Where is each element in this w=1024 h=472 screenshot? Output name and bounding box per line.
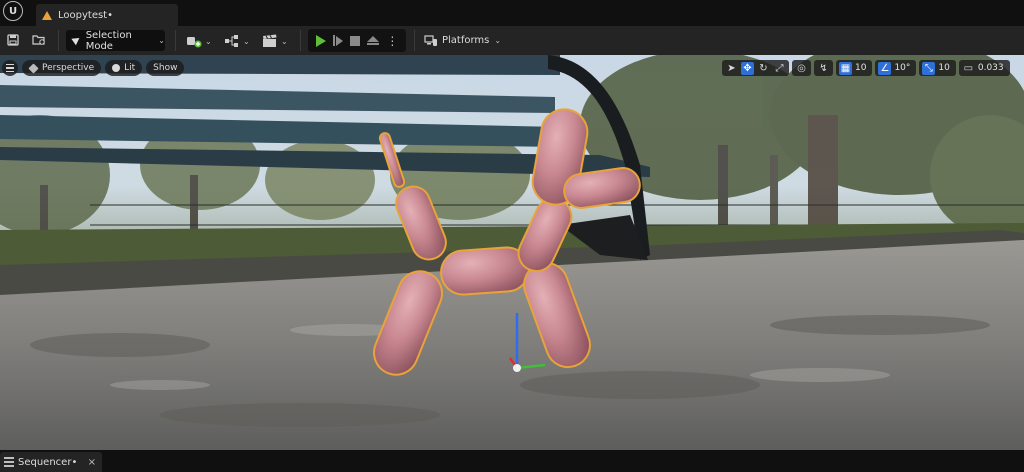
play-icon[interactable]	[315, 34, 326, 47]
scale-snap-group[interactable]: ⤡ 10	[919, 60, 956, 76]
translate-icon[interactable]: ✥	[741, 61, 754, 75]
perspective-label: Perspective	[42, 63, 95, 73]
lit-icon	[112, 64, 121, 72]
chevron-down-icon: ⌄	[281, 36, 288, 46]
add-actor-icon	[187, 37, 202, 48]
cinematics-button[interactable]: ⌄	[262, 30, 288, 52]
chevron-down-icon: ⌄	[205, 36, 212, 46]
chevron-down-icon: ⌄	[158, 36, 165, 45]
chevron-down-icon: ⌄	[243, 36, 250, 46]
play-controls: ⋮	[308, 29, 406, 52]
bottom-panel-bar: Sequencer• ×	[0, 450, 1024, 472]
rotation-snap-group[interactable]: ∠ 10°	[875, 60, 917, 76]
viewport-options: Perspective Lit Show	[2, 60, 185, 76]
coordinate-space-group: ◎	[792, 60, 811, 76]
cursor-arrow-icon	[72, 36, 81, 46]
platforms-label: Platforms	[442, 35, 490, 46]
unreal-logo-mark: U	[3, 1, 23, 21]
rotation-snap-value[interactable]: 10°	[894, 63, 913, 73]
content-browser-icon[interactable]	[30, 31, 48, 49]
platforms-icon	[424, 34, 437, 46]
platforms-dropdown[interactable]: Platforms ⌄	[424, 30, 501, 51]
blueprint-button[interactable]: ⌄	[224, 30, 250, 52]
viewport-transform-toolbar: ➤ ✥ ↻ ⤢ ◎ ↯ ▦ 10 ∠ 10° ⤡ 10 ▭ 0.033	[722, 60, 1010, 76]
perspective-button[interactable]: Perspective	[22, 60, 102, 76]
background-trees	[0, 55, 1024, 240]
scale-icon[interactable]: ⤢	[773, 62, 786, 75]
rotation-snap-icon[interactable]: ∠	[878, 61, 892, 75]
lit-button[interactable]: Lit	[105, 60, 143, 76]
cube-icon	[28, 62, 39, 74]
surface-snap-icon[interactable]: ↯	[817, 62, 830, 75]
hamburger-icon	[6, 63, 14, 73]
chevron-down-icon: ⌄	[494, 36, 502, 45]
selection-mode-dropdown[interactable]: Selection Mode ⌄	[66, 29, 165, 52]
grid-snap-value[interactable]: 10	[855, 63, 869, 73]
rotate-icon[interactable]: ↻	[757, 62, 770, 75]
selection-mode-label: Selection Mode	[85, 29, 132, 52]
eject-icon[interactable]	[367, 36, 380, 45]
scale-snap-value[interactable]: 10	[938, 63, 952, 73]
save-icon[interactable]	[4, 31, 22, 49]
grid-snap-icon[interactable]: ▦	[839, 61, 852, 75]
level-viewport[interactable]: Perspective Lit Show ➤ ✥ ↻ ⤢ ◎ ↯ ▦ 10 ∠ …	[0, 55, 1024, 450]
sequencer-tab[interactable]: Sequencer• ×	[0, 452, 102, 472]
toolbar-separator	[58, 30, 59, 51]
title-bar: U Loopytest•	[0, 0, 1024, 26]
level-tab[interactable]: Loopytest•	[36, 4, 178, 26]
blueprint-icon	[225, 35, 238, 47]
select-cursor-icon[interactable]: ➤	[725, 62, 738, 75]
scale-snap-icon[interactable]: ⤡	[922, 61, 936, 75]
show-label: Show	[153, 63, 178, 73]
step-icon[interactable]	[332, 35, 343, 46]
unreal-logo[interactable]: U	[0, 0, 26, 22]
level-icon	[42, 10, 52, 20]
viewport-menu-button[interactable]	[2, 60, 18, 76]
camera-speed-group[interactable]: ▭ 0.033	[958, 60, 1010, 76]
level-tab-label: Loopytest•	[58, 9, 113, 21]
toolbar-separator	[414, 30, 415, 51]
sequencer-icon	[4, 457, 14, 467]
transform-mode-group: ➤ ✥ ↻ ⤢	[722, 60, 789, 76]
add-actor-button[interactable]: ⌄	[186, 30, 212, 52]
sequencer-tab-label: Sequencer•	[18, 456, 78, 468]
cinematics-icon	[263, 34, 277, 47]
grid-snap-group[interactable]: ▦ 10	[836, 60, 873, 76]
more-options-icon[interactable]: ⋮	[386, 35, 398, 47]
close-icon[interactable]: ×	[88, 457, 96, 468]
surface-snap-group: ↯	[814, 60, 833, 76]
show-button[interactable]: Show	[146, 60, 185, 76]
world-space-icon[interactable]: ◎	[795, 62, 808, 75]
lit-label: Lit	[124, 63, 136, 73]
scene-render	[0, 55, 1024, 450]
camera-speed-value[interactable]: 0.033	[978, 63, 1007, 73]
toolbar-separator	[300, 30, 301, 51]
toolbar-separator	[175, 30, 176, 51]
camera-icon[interactable]: ▭	[962, 62, 975, 75]
stop-icon[interactable]	[349, 35, 360, 46]
main-toolbar: Selection Mode ⌄ ⌄ ⌄ ⌄ ⋮ Platforms ⌄	[0, 26, 1024, 55]
